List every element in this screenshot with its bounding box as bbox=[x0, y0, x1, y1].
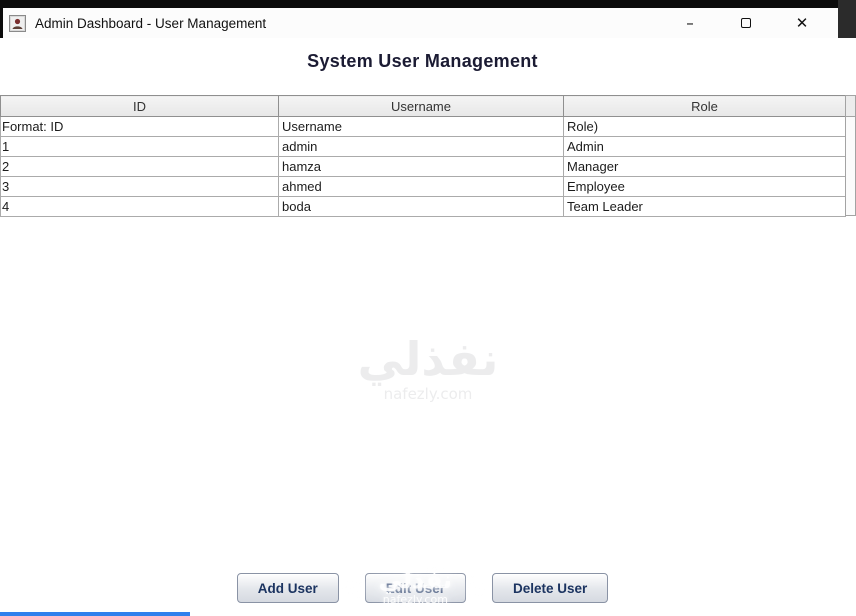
desktop-background-corner bbox=[838, 0, 856, 38]
window-content: System User Management ID Username Role … bbox=[0, 38, 856, 616]
desktop-background-top bbox=[0, 0, 856, 8]
screen: Admin Dashboard - User Management – ✕ Sy… bbox=[0, 0, 856, 616]
close-icon: ✕ bbox=[795, 14, 809, 32]
watermark-domain: nafezly.com bbox=[383, 384, 473, 403]
titlebar: Admin Dashboard - User Management – ✕ bbox=[3, 8, 838, 38]
cell-role[interactable]: Team Leader bbox=[563, 196, 846, 217]
watermark: نفذلي nafezly.com bbox=[358, 334, 499, 403]
maximize-button[interactable] bbox=[733, 10, 759, 36]
cell-id[interactable]: 1 bbox=[0, 136, 279, 157]
page-title: System User Management bbox=[307, 51, 538, 71]
table-row[interactable]: 3 ahmed Employee bbox=[0, 176, 846, 197]
delete-user-button[interactable]: Delete User bbox=[492, 573, 609, 603]
format-cell-id[interactable]: Format: ID bbox=[0, 116, 279, 137]
app-icon bbox=[9, 14, 26, 32]
cell-id[interactable]: 3 bbox=[0, 176, 279, 197]
window-title: Admin Dashboard - User Management bbox=[35, 15, 267, 31]
table-row[interactable]: 1 admin Admin bbox=[0, 136, 846, 157]
bottom-accent-bar bbox=[0, 612, 190, 616]
edit-button-wrap: Edit User نفذلي nafezly.com bbox=[340, 566, 491, 609]
watermark-brand: نفذلي bbox=[357, 332, 499, 386]
window-controls: – ✕ bbox=[677, 8, 815, 38]
maximize-icon bbox=[741, 18, 751, 28]
close-button[interactable]: ✕ bbox=[789, 10, 815, 36]
table-row[interactable]: 2 hamza Manager bbox=[0, 156, 846, 177]
table-row[interactable]: 4 boda Team Leader bbox=[0, 196, 846, 217]
cell-role[interactable]: Manager bbox=[563, 156, 846, 177]
column-header-username[interactable]: Username bbox=[278, 95, 564, 117]
format-cell-role[interactable]: Role) bbox=[563, 116, 846, 137]
action-button-row: Add User Edit User نفذلي nafezly.com Del… bbox=[0, 566, 845, 609]
column-header-id[interactable]: ID bbox=[0, 95, 279, 117]
cell-role[interactable]: Admin bbox=[563, 136, 846, 157]
column-header-role[interactable]: Role bbox=[563, 95, 846, 117]
cell-username[interactable]: hamza bbox=[278, 156, 564, 177]
cell-id[interactable]: 2 bbox=[0, 156, 279, 177]
table-header-row: ID Username Role bbox=[0, 95, 846, 117]
cell-username[interactable]: ahmed bbox=[278, 176, 564, 197]
minimize-button[interactable]: – bbox=[677, 10, 703, 36]
cell-id[interactable]: 4 bbox=[0, 196, 279, 217]
format-cell-username[interactable]: Username bbox=[278, 116, 564, 137]
table-scrollbar[interactable] bbox=[845, 95, 856, 216]
minimize-icon: – bbox=[686, 14, 694, 32]
table-format-row[interactable]: Format: ID Username Role) bbox=[0, 116, 846, 137]
edit-user-button[interactable]: Edit User bbox=[364, 573, 466, 603]
cell-username[interactable]: boda bbox=[278, 196, 564, 217]
add-user-button[interactable]: Add User bbox=[236, 573, 339, 603]
user-table: ID Username Role Format: ID Username Rol… bbox=[0, 95, 846, 217]
cell-username[interactable]: admin bbox=[278, 136, 564, 157]
cell-role[interactable]: Employee bbox=[563, 176, 846, 197]
scrollbar-corner bbox=[846, 96, 855, 117]
